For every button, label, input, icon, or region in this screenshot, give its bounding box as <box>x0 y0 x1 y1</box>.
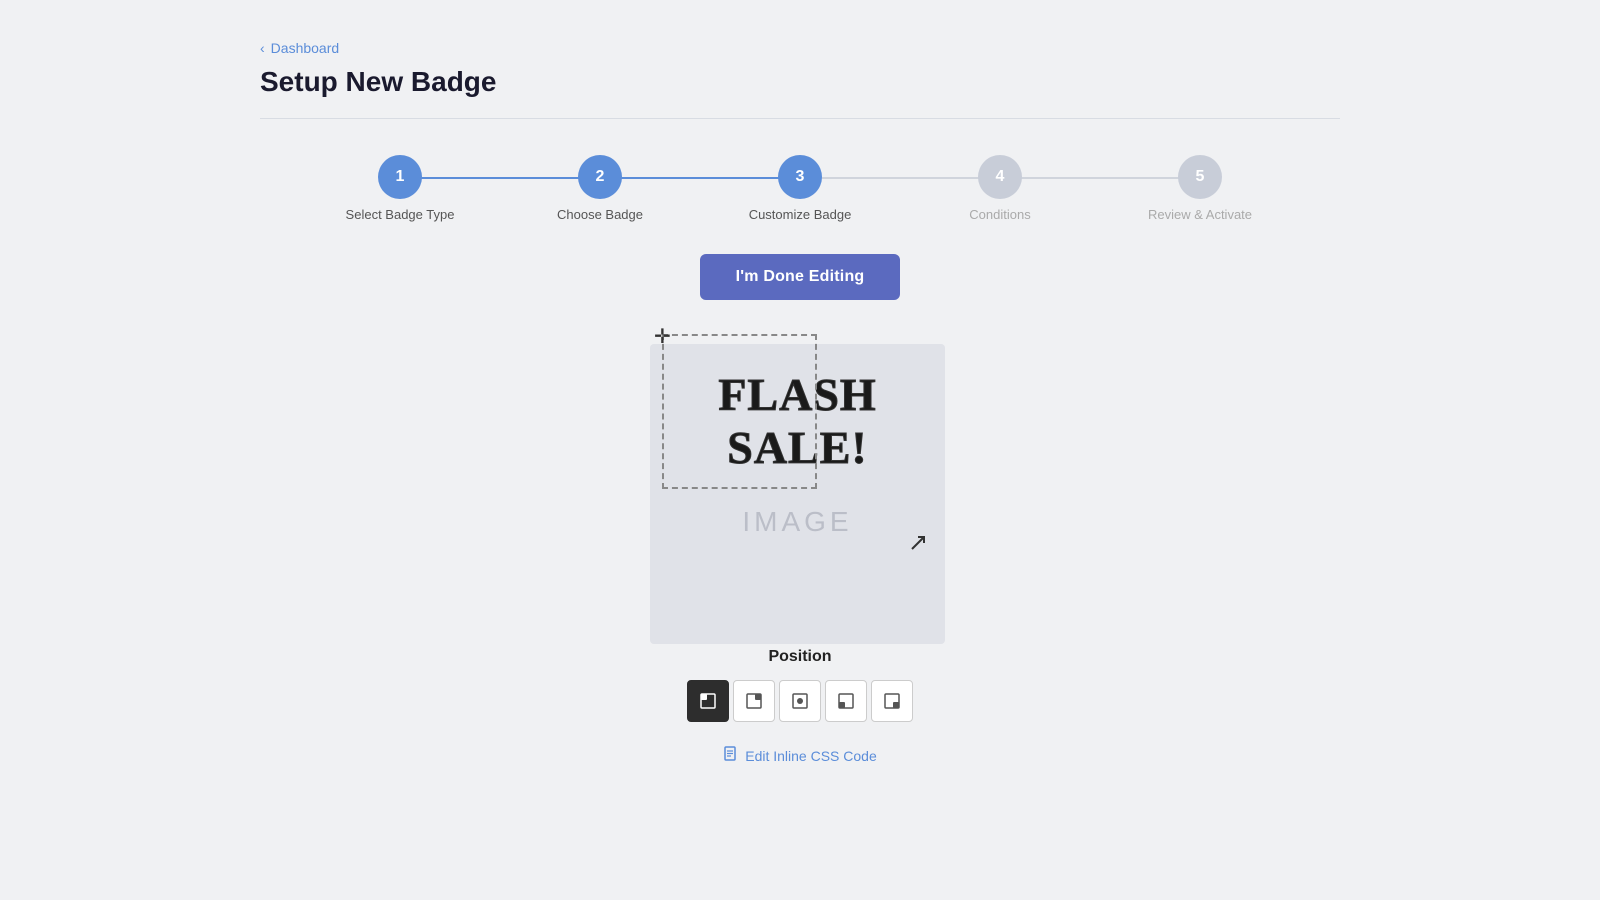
badge-image-label: IMAGE <box>742 506 852 538</box>
step-3-label: Customize Badge <box>749 207 852 222</box>
breadcrumb[interactable]: ‹ Dashboard <box>260 40 1340 56</box>
edit-css-link[interactable]: Edit Inline CSS Code <box>723 746 877 766</box>
step-4-label: Conditions <box>969 207 1030 222</box>
step-4[interactable]: 4 Conditions <box>900 155 1100 222</box>
step-5-circle: 5 <box>1178 155 1222 199</box>
page-container: ‹ Dashboard Setup New Badge 1 Select Bad… <box>0 0 1600 806</box>
position-top-left-button[interactable] <box>687 680 729 722</box>
title-divider <box>260 118 1340 119</box>
preview-area: ✛ FLASH SALE! IMAGE Position <box>260 324 1340 766</box>
edit-css-icon <box>723 746 739 766</box>
position-top-right-button[interactable] <box>733 680 775 722</box>
step-4-circle: 4 <box>978 155 1022 199</box>
page-title: Setup New Badge <box>260 66 1340 98</box>
position-bottom-left-button[interactable] <box>825 680 867 722</box>
step-2-circle: 2 <box>578 155 622 199</box>
step-3-circle: 3 <box>778 155 822 199</box>
done-editing-button[interactable]: I'm Done Editing <box>700 254 901 300</box>
step-1-label: Select Badge Type <box>346 207 455 222</box>
position-bottom-right-button[interactable] <box>871 680 913 722</box>
done-button-wrapper: I'm Done Editing <box>260 254 1340 300</box>
step-2[interactable]: 2 Choose Badge <box>500 155 700 222</box>
step-2-label: Choose Badge <box>557 207 643 222</box>
step-5[interactable]: 5 Review & Activate <box>1100 155 1300 222</box>
edit-css-label: Edit Inline CSS Code <box>745 748 877 764</box>
step-1-circle: 1 <box>378 155 422 199</box>
chevron-left-icon: ‹ <box>260 40 265 56</box>
position-center-button[interactable] <box>779 680 821 722</box>
position-buttons <box>687 680 913 722</box>
selection-box <box>662 334 817 489</box>
step-5-label: Review & Activate <box>1148 207 1252 222</box>
move-cursor-icon: ✛ <box>654 324 671 349</box>
badge-editor[interactable]: ✛ FLASH SALE! IMAGE <box>650 324 950 624</box>
position-label: Position <box>768 648 831 666</box>
step-1[interactable]: 1 Select Badge Type <box>300 155 500 222</box>
stepper: 1 Select Badge Type 2 Choose Badge 3 Cus… <box>260 155 1340 222</box>
step-3[interactable]: 3 Customize Badge <box>700 155 900 222</box>
breadcrumb-label: Dashboard <box>271 40 340 56</box>
resize-handle-icon[interactable] <box>910 535 926 556</box>
